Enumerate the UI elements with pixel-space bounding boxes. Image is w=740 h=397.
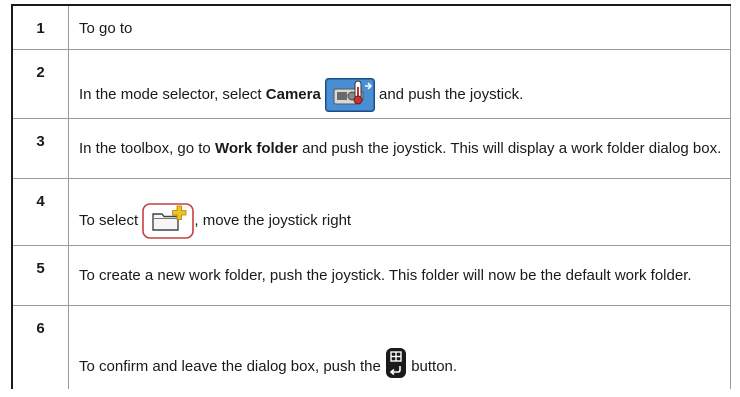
step-number: 5: [11, 244, 69, 306]
step-text-after: and push the joystick. This will display…: [298, 139, 722, 157]
step-text: To go to: [79, 20, 133, 37]
step-text-before: In the toolbox, go to: [79, 139, 215, 157]
step-row-1: 1 To go to: [11, 4, 731, 50]
step-row-3: 3 In the toolbox, go to Work folder and …: [11, 117, 731, 179]
camera-thermometer-icon: [324, 77, 375, 112]
step-row-4: 4 To select , move the joystick right: [11, 177, 731, 246]
step-description: In the mode selector, select Camera and …: [68, 48, 731, 119]
new-folder-icon: [142, 202, 195, 239]
step-text-before: To select: [79, 211, 143, 229]
step-number: 4: [11, 177, 69, 246]
step-description: To go to: [68, 4, 731, 50]
steps-table: 1 To go to 2 In the mode selector, selec…: [11, 4, 731, 389]
step-description: To create a new work folder, push the jo…: [68, 244, 731, 306]
step-number: 3: [11, 117, 69, 179]
step-text-after: , move the joystick right: [194, 211, 352, 229]
step-description: To confirm and leave the dialog box, pus…: [68, 304, 731, 389]
mode-camera-label: Camera: [265, 85, 321, 103]
step-text-after: and push the joystick.: [374, 85, 524, 103]
step-description: To select , move the joystick right: [68, 177, 731, 246]
step-row-5: 5 To create a new work folder, push the …: [11, 244, 731, 306]
step-text-before: In the mode selector, select: [79, 85, 266, 103]
step-number: 6: [11, 304, 69, 389]
work-folder-label: Work folder: [214, 139, 299, 157]
back-button-icon: [385, 347, 407, 379]
step-description: In the toolbox, go to Work folder and pu…: [68, 117, 731, 179]
step-number: 2: [11, 48, 69, 119]
step-text: To create a new work folder, push the jo…: [79, 266, 692, 284]
step-text-before: To confirm and leave the dialog box, pus…: [79, 358, 386, 375]
step-text-after: button.: [407, 358, 458, 375]
step-row-6: 6 To confirm and leave the dialog box, p…: [11, 304, 731, 389]
step-number: 1: [11, 4, 69, 50]
step-row-2: 2 In the mode selector, select Camera an…: [11, 48, 731, 119]
